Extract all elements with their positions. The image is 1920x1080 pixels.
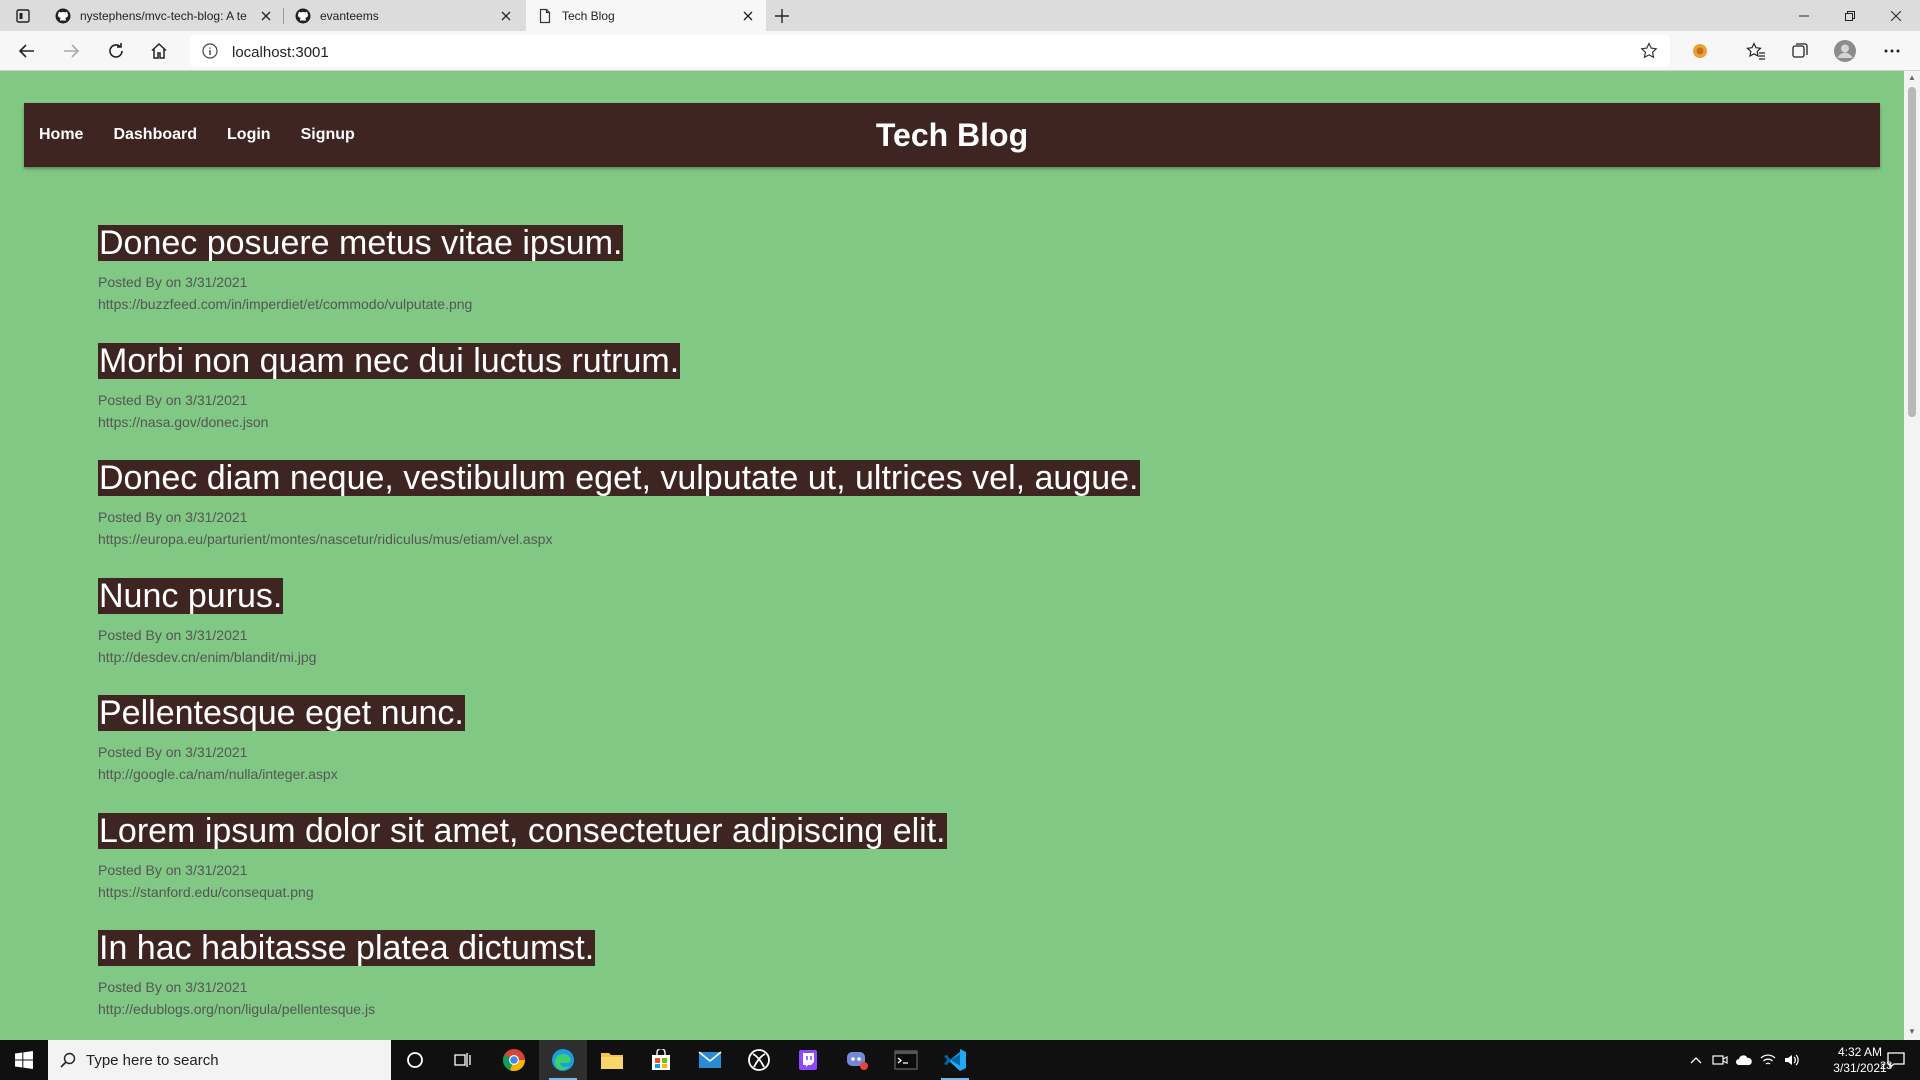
windows-taskbar: Type here to search 4:32 AM 3/31/2021 23 bbox=[0, 1040, 1920, 1080]
info-icon[interactable] bbox=[202, 43, 218, 59]
home-icon[interactable] bbox=[147, 39, 171, 63]
scrollbar-thumb[interactable] bbox=[1908, 87, 1916, 417]
nav-login-link[interactable]: Login bbox=[227, 126, 271, 144]
notification-count: 23 bbox=[1880, 1060, 1893, 1072]
post-item: Pellentesque eget nunc. Posted By on 3/3… bbox=[98, 695, 1140, 813]
post-meta: Posted By on 3/31/2021 bbox=[98, 979, 248, 995]
mail-icon[interactable] bbox=[686, 1040, 734, 1080]
post-title[interactable]: Pellentesque eget nunc. bbox=[98, 695, 465, 731]
vscode-icon[interactable] bbox=[931, 1040, 979, 1080]
post-title[interactable]: Donec posuere metus vitae ipsum. bbox=[98, 225, 624, 261]
post-link: https://buzzfeed.com/in/imperdiet/et/com… bbox=[98, 296, 473, 312]
page-icon bbox=[537, 8, 553, 24]
edge-icon[interactable] bbox=[539, 1040, 587, 1080]
collections-icon[interactable] bbox=[1788, 39, 1812, 63]
search-placeholder: Type here to search bbox=[86, 1051, 219, 1069]
tab-title: evanteems bbox=[320, 8, 379, 23]
close-tab-icon[interactable] bbox=[258, 8, 274, 24]
github-icon bbox=[295, 8, 311, 24]
site-navbar: Tech Blog Home Dashboard Login Signup bbox=[24, 103, 1880, 167]
more-options-icon[interactable] bbox=[1880, 39, 1904, 63]
page-content: Tech Blog Home Dashboard Login Signup Do… bbox=[0, 71, 1904, 1040]
address-bar[interactable]: localhost:3001 bbox=[190, 35, 1670, 67]
close-window-icon[interactable] bbox=[1873, 0, 1919, 31]
browser-tab-github-repo[interactable]: nystephens/mvc-tech-blog: A te bbox=[44, 0, 284, 31]
network-icon[interactable] bbox=[1756, 1040, 1780, 1080]
forward-arrow-icon[interactable] bbox=[59, 39, 83, 63]
post-meta: Posted By on 3/31/2021 bbox=[98, 861, 248, 878]
post-item: Donec diam neque, vestibulum eget, vulpu… bbox=[98, 460, 1140, 578]
show-hidden-icons-icon[interactable] bbox=[1684, 1040, 1708, 1080]
tab-title: Tech Blog bbox=[562, 8, 615, 23]
close-tab-icon[interactable] bbox=[740, 8, 756, 24]
discord-icon[interactable] bbox=[833, 1040, 881, 1080]
nav-links: Home Dashboard Login Signup bbox=[39, 103, 385, 167]
cortana-icon[interactable] bbox=[391, 1040, 439, 1080]
nav-dashboard-link[interactable]: Dashboard bbox=[113, 126, 197, 144]
post-meta: Posted By on 3/31/2021 bbox=[98, 274, 248, 290]
close-tab-icon[interactable] bbox=[498, 8, 514, 24]
browser-tab-tech-blog[interactable]: Tech Blog bbox=[526, 0, 766, 31]
nav-signup-link[interactable]: Signup bbox=[301, 126, 355, 144]
post-item: Morbi non quam nec dui luctus rutrum. Po… bbox=[98, 342, 1140, 461]
post-meta: Posted By on 3/31/2021 bbox=[98, 391, 248, 408]
volume-icon[interactable] bbox=[1780, 1040, 1804, 1080]
chrome-icon[interactable] bbox=[490, 1040, 538, 1080]
post-item: Nunc purus. Posted By on 3/31/2021 http:… bbox=[98, 577, 1140, 696]
task-view-icon[interactable] bbox=[439, 1040, 487, 1080]
terminal-icon[interactable] bbox=[882, 1040, 930, 1080]
post-meta: Posted By on 3/31/2021 bbox=[98, 744, 248, 760]
post-link: http://google.ca/nam/nulla/integer.aspx bbox=[98, 766, 338, 782]
site-brand[interactable]: Tech Blog bbox=[876, 117, 1028, 154]
scroll-down-icon[interactable]: ▼ bbox=[1908, 1028, 1916, 1036]
meet-now-icon[interactable] bbox=[1708, 1040, 1732, 1080]
taskbar-search-box[interactable]: Type here to search bbox=[48, 1040, 391, 1080]
store-icon[interactable] bbox=[637, 1040, 685, 1080]
search-icon bbox=[60, 1052, 76, 1068]
refresh-icon[interactable] bbox=[104, 39, 128, 63]
browser-tab-strip: nystephens/mvc-tech-blog: A te evanteems… bbox=[0, 0, 1920, 31]
post-title[interactable]: Nunc purus. bbox=[98, 577, 284, 614]
extension-icon[interactable] bbox=[1688, 39, 1712, 63]
add-favorite-icon[interactable] bbox=[1640, 42, 1658, 60]
file-explorer-icon[interactable] bbox=[588, 1040, 636, 1080]
post-title[interactable]: In hac habitasse platea dictumst. bbox=[98, 930, 596, 966]
post-link: https://europa.eu/parturient/montes/nasc… bbox=[98, 531, 553, 547]
tab-title: nystephens/mvc-tech-blog: A te bbox=[80, 8, 247, 23]
twitch-icon[interactable] bbox=[784, 1040, 832, 1080]
post-item: Lorem ipsum dolor sit amet, consectetuer… bbox=[98, 812, 1140, 931]
nav-home-link[interactable]: Home bbox=[39, 126, 83, 144]
minimize-icon[interactable] bbox=[1781, 0, 1827, 31]
post-title[interactable]: Donec diam neque, vestibulum eget, vulpu… bbox=[98, 460, 1140, 496]
page-scrollbar[interactable]: ▲ ▼ bbox=[1904, 71, 1920, 1040]
post-item: In hac habitasse platea dictumst. Posted… bbox=[98, 930, 1140, 1040]
address-url: localhost:3001 bbox=[232, 44, 329, 61]
post-link: https://stanford.edu/consequat.png bbox=[98, 883, 314, 900]
post-list: Donec posuere metus vitae ipsum. Posted … bbox=[98, 225, 1140, 1040]
scroll-up-icon[interactable]: ▲ bbox=[1908, 74, 1916, 82]
post-link: http://edublogs.org/non/ligula/pellentes… bbox=[98, 1001, 376, 1017]
post-link: http://desdev.cn/enim/blandit/mi.jpg bbox=[98, 648, 317, 665]
windows-start-icon[interactable] bbox=[0, 1040, 48, 1080]
post-meta: Posted By on 3/31/2021 bbox=[98, 509, 248, 525]
post-title[interactable]: Lorem ipsum dolor sit amet, consectetuer… bbox=[98, 812, 947, 849]
new-tab-icon[interactable] bbox=[771, 5, 793, 27]
post-title[interactable]: Morbi non quam nec dui luctus rutrum. bbox=[98, 342, 681, 379]
browser-toolbar: localhost:3001 bbox=[0, 31, 1920, 71]
back-arrow-icon[interactable] bbox=[15, 39, 39, 63]
github-icon bbox=[55, 8, 71, 24]
post-item: Donec posuere metus vitae ipsum. Posted … bbox=[98, 225, 1140, 343]
onedrive-icon[interactable] bbox=[1732, 1040, 1756, 1080]
post-meta: Posted By on 3/31/2021 bbox=[98, 626, 248, 643]
post-link: https://nasa.gov/donec.json bbox=[98, 413, 269, 430]
browser-tab-evanteems[interactable]: evanteems bbox=[284, 0, 524, 31]
favorites-icon[interactable] bbox=[1744, 39, 1768, 63]
restore-icon[interactable] bbox=[1827, 0, 1873, 31]
xbox-icon[interactable] bbox=[735, 1040, 783, 1080]
profile-avatar-icon[interactable] bbox=[1833, 39, 1857, 63]
tab-actions-icon[interactable] bbox=[12, 7, 34, 25]
